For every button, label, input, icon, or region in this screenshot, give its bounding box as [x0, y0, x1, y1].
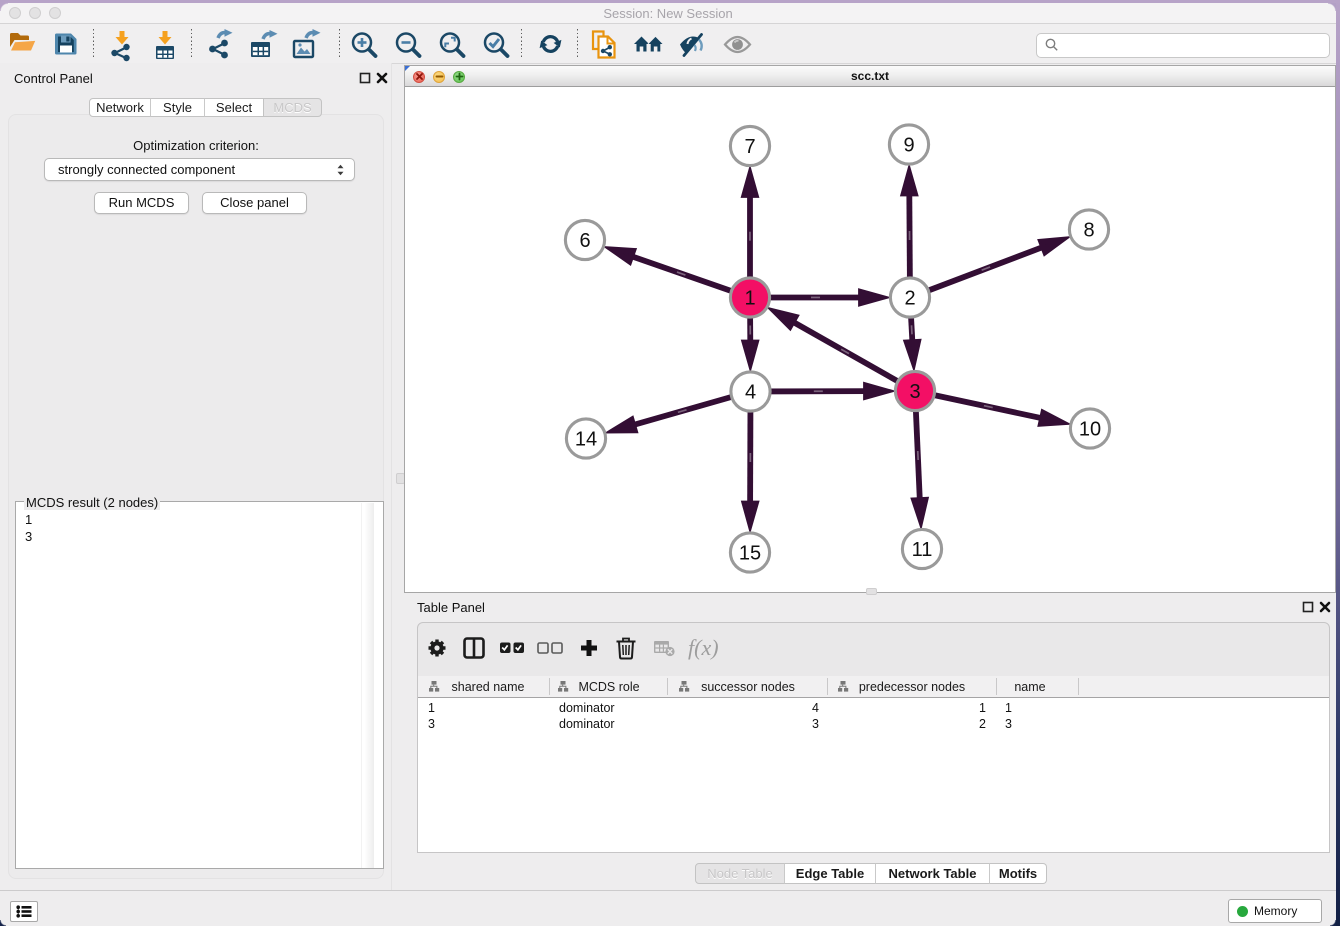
svg-text:14: 14 — [575, 429, 597, 451]
svg-text:9: 9 — [903, 135, 914, 157]
svg-text:shared name: shared name — [452, 680, 525, 694]
svg-text:1: 1 — [744, 288, 755, 310]
svg-text:3: 3 — [909, 381, 920, 403]
svg-text:11: 11 — [912, 539, 933, 561]
svg-text:successor nodes: successor nodes — [701, 680, 795, 694]
svg-text:8: 8 — [1083, 220, 1094, 242]
svg-text:2: 2 — [904, 288, 915, 310]
svg-text:15: 15 — [739, 543, 761, 565]
svg-text:4: 4 — [745, 382, 756, 404]
svg-text:7: 7 — [744, 136, 755, 158]
svg-text:MCDS role: MCDS role — [578, 680, 639, 694]
svg-text:6: 6 — [579, 230, 590, 252]
svg-text:name: name — [1014, 680, 1045, 694]
svg-text:predecessor nodes: predecessor nodes — [859, 680, 965, 694]
svg-text:10: 10 — [1079, 419, 1101, 441]
svg-text:f(x): f(x) — [688, 635, 719, 660]
